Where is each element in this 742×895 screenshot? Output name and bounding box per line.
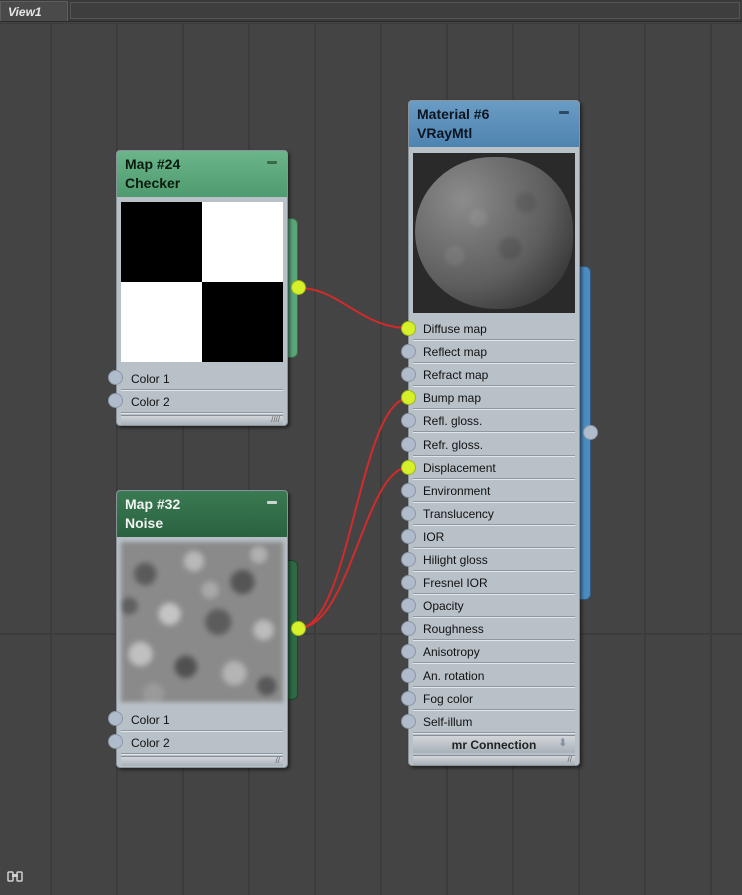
- node-footer: //: [413, 755, 575, 765]
- socket-translucency[interactable]: [401, 505, 416, 521]
- view-tab-bar: View1: [0, 0, 742, 22]
- resize-grip-icon[interactable]: //: [276, 756, 280, 765]
- param-an-rotation[interactable]: An. rotation: [413, 664, 575, 688]
- socket-noise-color-2[interactable]: [108, 734, 123, 749]
- noise-preview: [121, 542, 283, 702]
- node-material[interactable]: Material #6 VRayMtl Diffuse map Reflect m…: [408, 100, 580, 766]
- node-type: VRayMtl: [417, 125, 473, 141]
- tab-bar-empty: [70, 2, 740, 19]
- node-title: Map #32: [125, 496, 181, 512]
- param-self-illum[interactable]: Self-illum: [413, 710, 575, 734]
- param-opacity[interactable]: Opacity: [413, 594, 575, 619]
- minimize-icon[interactable]: [559, 111, 569, 114]
- socket-displacement[interactable]: [401, 459, 416, 475]
- param-color-1[interactable]: Color 1: [121, 708, 283, 732]
- param-hilight-gloss[interactable]: Hilight gloss: [413, 548, 575, 572]
- node-header[interactable]: Material #6 VRayMtl: [409, 101, 579, 147]
- socket-noise-output[interactable]: [291, 621, 306, 636]
- param-ior[interactable]: IOR: [413, 525, 575, 549]
- socket-noise-color-1[interactable]: [108, 711, 123, 726]
- checker-preview: [121, 202, 283, 362]
- param-reflect-map[interactable]: Reflect map: [413, 340, 575, 365]
- param-color-2[interactable]: Color 2: [121, 390, 283, 414]
- socket-material-output[interactable]: [583, 425, 598, 440]
- node-header[interactable]: Map #32 Noise: [117, 491, 287, 537]
- binoculars-icon[interactable]: [6, 868, 24, 884]
- socket-an-rotation[interactable]: [401, 667, 416, 683]
- node-type: Checker: [125, 175, 181, 191]
- node-footer: ////: [121, 415, 283, 425]
- param-roughness[interactable]: Roughness: [413, 617, 575, 642]
- socket-self-illum[interactable]: [401, 713, 416, 729]
- node-editor-canvas[interactable]: [0, 23, 742, 895]
- socket-checker-color-2[interactable]: [108, 393, 123, 408]
- node-title: Map #24: [125, 156, 181, 172]
- param-translucency[interactable]: Translucency: [413, 502, 575, 526]
- node-header[interactable]: Map #24 Checker: [117, 151, 287, 197]
- node-noise[interactable]: Map #32 Noise Color 1 Color 2 //: [116, 490, 288, 768]
- param-displacement[interactable]: Displacement: [413, 456, 575, 480]
- param-color-1[interactable]: Color 1: [121, 367, 283, 391]
- socket-checker-color-1[interactable]: [108, 370, 123, 385]
- material-preview: [413, 153, 575, 313]
- minimize-icon[interactable]: [267, 501, 277, 504]
- param-refr-gloss[interactable]: Refr. gloss.: [413, 433, 575, 457]
- socket-refr-gloss[interactable]: [401, 436, 416, 452]
- expand-icon[interactable]: ⬇: [559, 738, 567, 749]
- node-footer: //: [121, 756, 283, 766]
- tab-view1[interactable]: View1: [0, 1, 68, 21]
- material-sphere: [415, 157, 573, 309]
- socket-fog-color[interactable]: [401, 690, 416, 706]
- rollout-mr-connection[interactable]: mr Connection ⬇: [413, 735, 575, 753]
- socket-ior[interactable]: [401, 528, 416, 544]
- node-checker[interactable]: Map #24 Checker Color 1 Color 2 ////: [116, 150, 288, 426]
- node-type: Noise: [125, 515, 164, 531]
- socket-fresnel-ior[interactable]: [401, 575, 416, 591]
- minimize-icon[interactable]: [267, 161, 277, 164]
- socket-hilight-gloss[interactable]: [401, 552, 416, 567]
- param-anisotropy[interactable]: Anisotropy: [413, 640, 575, 665]
- param-refract-map[interactable]: Refract map: [413, 363, 575, 388]
- socket-diffuse-map[interactable]: [401, 321, 416, 336]
- resize-grip-icon[interactable]: ////: [271, 415, 280, 424]
- resize-grip-icon[interactable]: //: [568, 755, 572, 764]
- socket-environment[interactable]: [401, 482, 416, 498]
- param-diffuse-map[interactable]: Diffuse map: [413, 317, 575, 341]
- param-refl-gloss[interactable]: Refl. gloss.: [413, 409, 575, 434]
- param-environment[interactable]: Environment: [413, 479, 575, 503]
- socket-checker-output[interactable]: [291, 280, 306, 295]
- param-fresnel-ior[interactable]: Fresnel IOR: [413, 571, 575, 596]
- param-color-2[interactable]: Color 2: [121, 731, 283, 755]
- socket-reflect-map[interactable]: [401, 344, 416, 360]
- param-fog-color[interactable]: Fog color: [413, 687, 575, 711]
- node-title: Material #6: [417, 106, 490, 122]
- param-bump-map[interactable]: Bump map: [413, 386, 575, 411]
